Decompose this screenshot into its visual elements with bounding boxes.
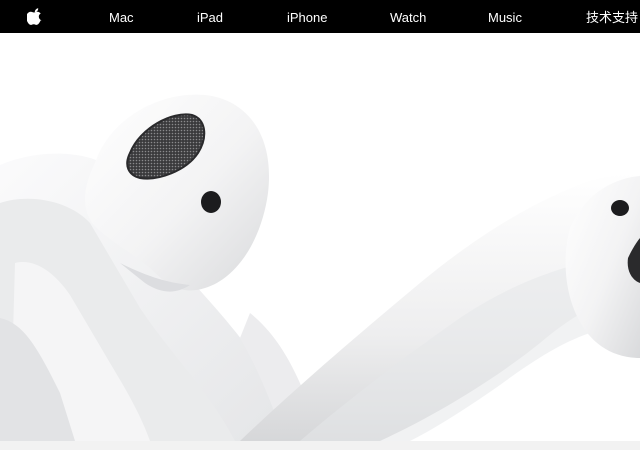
airpods-product-image	[0, 94, 640, 441]
nav-item-iphone[interactable]: iPhone	[287, 0, 327, 33]
global-nav: Mac iPad iPhone Watch Music 技术支持	[0, 0, 640, 33]
sensor-dot	[201, 191, 221, 213]
hero-banner[interactable]	[0, 33, 640, 441]
nav-item-support[interactable]: 技术支持	[586, 0, 638, 33]
nav-item-mac[interactable]: Mac	[109, 0, 134, 33]
apple-logo-icon[interactable]	[26, 8, 43, 25]
nav-item-ipad[interactable]: iPad	[197, 0, 223, 33]
nav-item-watch[interactable]: Watch	[390, 0, 426, 33]
nav-item-music[interactable]: Music	[488, 0, 522, 33]
section-divider	[0, 441, 640, 450]
